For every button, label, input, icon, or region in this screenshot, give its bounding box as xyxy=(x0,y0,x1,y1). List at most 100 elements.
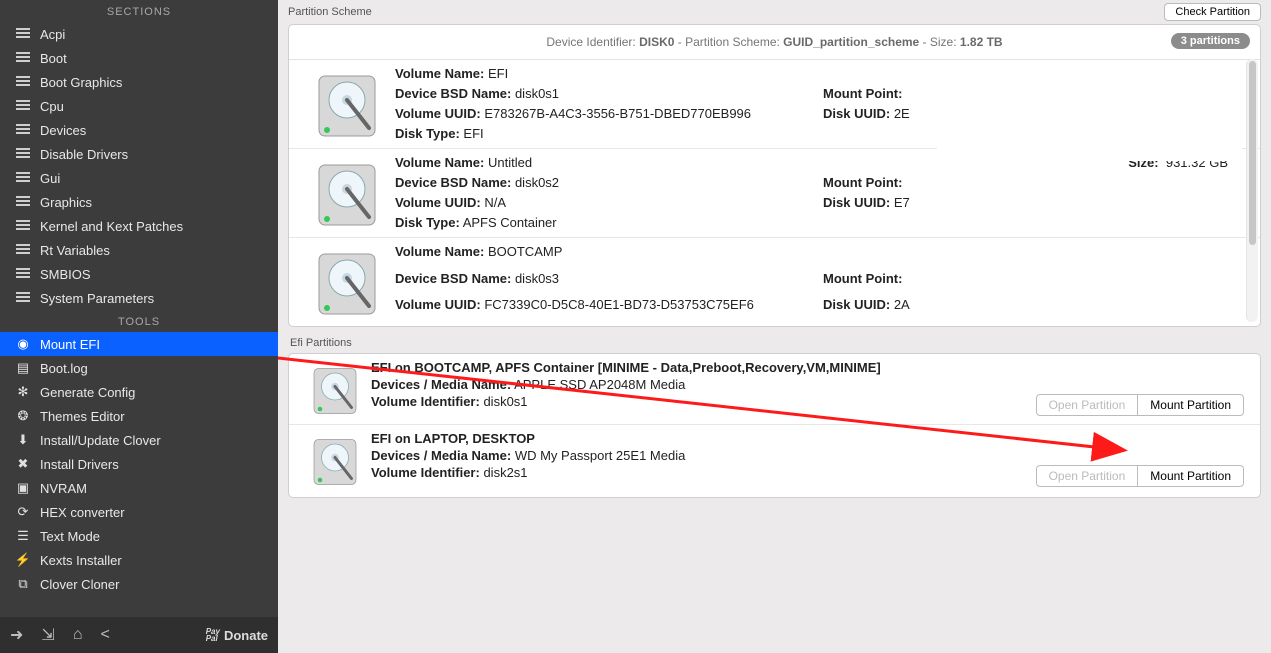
efi-partitions-panel: EFI on BOOTCAMP, APFS Container [MINIME … xyxy=(288,353,1261,498)
sidebar-item-label: Install Drivers xyxy=(40,457,119,472)
sidebar-section-item[interactable]: Acpi xyxy=(0,22,278,46)
reload-icon: ⟳ xyxy=(14,504,32,520)
sidebar-item-label: Boot xyxy=(40,51,67,66)
sidebar-tool-item[interactable]: ✻ Generate Config xyxy=(0,380,278,404)
sidebar-sections-header: SECTIONS xyxy=(0,0,278,22)
efi-title: EFI on LAPTOP, DESKTOP xyxy=(371,431,1250,446)
list-icon xyxy=(14,266,32,283)
open-partition-button[interactable]: Open Partition xyxy=(1036,465,1139,487)
chip-icon: ▣ xyxy=(14,480,32,496)
scrollbar-track[interactable] xyxy=(1246,59,1258,322)
sidebar-footer: ➜ ⇲ ⌂ < PayPal Donate xyxy=(0,617,278,653)
sidebar-section-item[interactable]: SMBIOS xyxy=(0,262,278,286)
list-icon xyxy=(14,194,32,211)
gear-icon: ✻ xyxy=(14,384,32,400)
list-icon xyxy=(14,290,32,307)
sidebar-item-label: Text Mode xyxy=(40,529,100,544)
list-icon xyxy=(14,98,32,115)
partition-scheme-header: Device Identifier: DISK0 - Partition Sch… xyxy=(289,25,1260,60)
sidebar-section-item[interactable]: Rt Variables xyxy=(0,238,278,262)
sidebar-section-item[interactable]: Graphics xyxy=(0,190,278,214)
sidebar-item-label: Cpu xyxy=(40,99,64,114)
import-icon[interactable]: ⇲ xyxy=(41,625,54,645)
main-pane: Partition Scheme Check Partition Device … xyxy=(278,0,1271,653)
copy-icon: ⧉ xyxy=(14,576,32,592)
hdd-icon xyxy=(311,70,383,142)
sidebar-item-label: Mount EFI xyxy=(40,337,100,352)
list-icon xyxy=(14,146,32,163)
paypal-icon: PayPal xyxy=(206,628,220,642)
sidebar-tool-item[interactable]: ◉ Mount EFI xyxy=(0,332,278,356)
sidebar-item-label: Boot.log xyxy=(40,361,88,376)
sidebar-section-item[interactable]: Kernel and Kext Patches xyxy=(0,214,278,238)
sidebar: SECTIONS Acpi Boot Boot Graphics Cpu Devices… xyxy=(0,0,278,653)
sidebar-item-label: Boot Graphics xyxy=(40,75,122,90)
hdd-icon-wrap xyxy=(299,155,395,231)
share-icon[interactable]: < xyxy=(100,626,109,644)
disk-icon: ◉ xyxy=(14,336,32,352)
sidebar-section-item[interactable]: Cpu xyxy=(0,94,278,118)
list-icon xyxy=(14,26,32,43)
sidebar-tool-item[interactable]: ❂ Themes Editor xyxy=(0,404,278,428)
sidebar-section-item[interactable]: System Parameters xyxy=(0,286,278,310)
globe-icon: ❂ xyxy=(14,408,32,424)
donate-button[interactable]: PayPal Donate xyxy=(206,628,268,643)
wrench-icon: ✖ xyxy=(14,456,32,472)
sidebar-section-item[interactable]: Boot Graphics xyxy=(0,70,278,94)
sidebar-tool-item[interactable]: ⟳ HEX converter xyxy=(0,500,278,524)
text-icon: ☰ xyxy=(14,528,32,544)
hdd-icon xyxy=(308,435,362,489)
sidebar-section-item[interactable]: Gui xyxy=(0,166,278,190)
sidebar-tool-item[interactable]: ▤ Boot.log xyxy=(0,356,278,380)
mount-partition-button[interactable]: Mount Partition xyxy=(1138,465,1244,487)
list-icon xyxy=(14,122,32,139)
open-partition-button[interactable]: Open Partition xyxy=(1036,394,1139,416)
check-partition-button[interactable]: Check Partition xyxy=(1164,3,1261,21)
hdd-icon xyxy=(308,364,362,418)
sidebar-tool-item[interactable]: ▣ NVRAM xyxy=(0,476,278,500)
sidebar-item-label: Gui xyxy=(40,171,60,186)
sidebar-item-label: Kernel and Kext Patches xyxy=(40,219,183,234)
list-icon xyxy=(14,74,32,91)
sidebar-item-label: Graphics xyxy=(40,195,92,210)
sidebar-item-label: SMBIOS xyxy=(40,267,91,282)
log-icon: ▤ xyxy=(14,360,32,376)
sidebar-item-label: Clover Cloner xyxy=(40,577,119,592)
sidebar-item-label: Install/Update Clover xyxy=(40,433,161,448)
scrollbar-thumb[interactable] xyxy=(1249,61,1256,245)
sidebar-tool-item[interactable]: ⚡Kexts Installer xyxy=(0,548,278,572)
mount-partition-button[interactable]: Mount Partition xyxy=(1138,394,1244,416)
partition-scheme-panel: Device Identifier: DISK0 - Partition Sch… xyxy=(288,24,1261,327)
home-icon[interactable]: ⌂ xyxy=(73,626,83,644)
sidebar-item-label: Themes Editor xyxy=(40,409,125,424)
redacted-area xyxy=(937,91,1242,161)
download-icon: ⬇ xyxy=(14,432,32,448)
hdd-icon xyxy=(311,159,383,231)
sidebar-tool-item[interactable]: ⧉ Clover Cloner xyxy=(0,572,278,596)
sidebar-item-label: Generate Config xyxy=(40,385,135,400)
sidebar-section-item[interactable]: Boot xyxy=(0,46,278,70)
plug-icon: ⚡ xyxy=(14,552,32,568)
sidebar-tool-item[interactable]: ✖ Install Drivers xyxy=(0,452,278,476)
partition-count-badge: 3 partitions xyxy=(1171,33,1250,49)
sidebar-tool-item[interactable]: ⬇ Install/Update Clover xyxy=(0,428,278,452)
hdd-icon-wrap xyxy=(299,431,371,489)
sidebar-section-item[interactable]: Devices xyxy=(0,118,278,142)
hdd-icon-wrap xyxy=(299,66,395,142)
sidebar-item-label: Rt Variables xyxy=(40,243,110,258)
sidebar-section-item[interactable]: Disable Drivers xyxy=(0,142,278,166)
sidebar-item-label: HEX converter xyxy=(40,505,125,520)
sidebar-item-label: NVRAM xyxy=(40,481,87,496)
list-icon xyxy=(14,170,32,187)
sidebar-tool-item[interactable]: ☰ Text Mode xyxy=(0,524,278,548)
section-title-partition-scheme: Partition Scheme xyxy=(288,6,372,18)
donate-label: Donate xyxy=(224,628,268,643)
partition-row: Volume Name: Untitled Size: 931.32 GB De… xyxy=(289,149,1260,238)
sidebar-item-label: System Parameters xyxy=(40,291,154,306)
list-icon xyxy=(14,218,32,235)
hdd-icon-wrap xyxy=(299,360,371,418)
redacted-area xyxy=(937,300,1242,327)
section-title-efi: Efi Partitions xyxy=(278,333,1271,353)
efi-partition-row: EFI on BOOTCAMP, APFS Container [MINIME … xyxy=(289,354,1260,425)
export-icon[interactable]: ➜ xyxy=(10,625,23,645)
